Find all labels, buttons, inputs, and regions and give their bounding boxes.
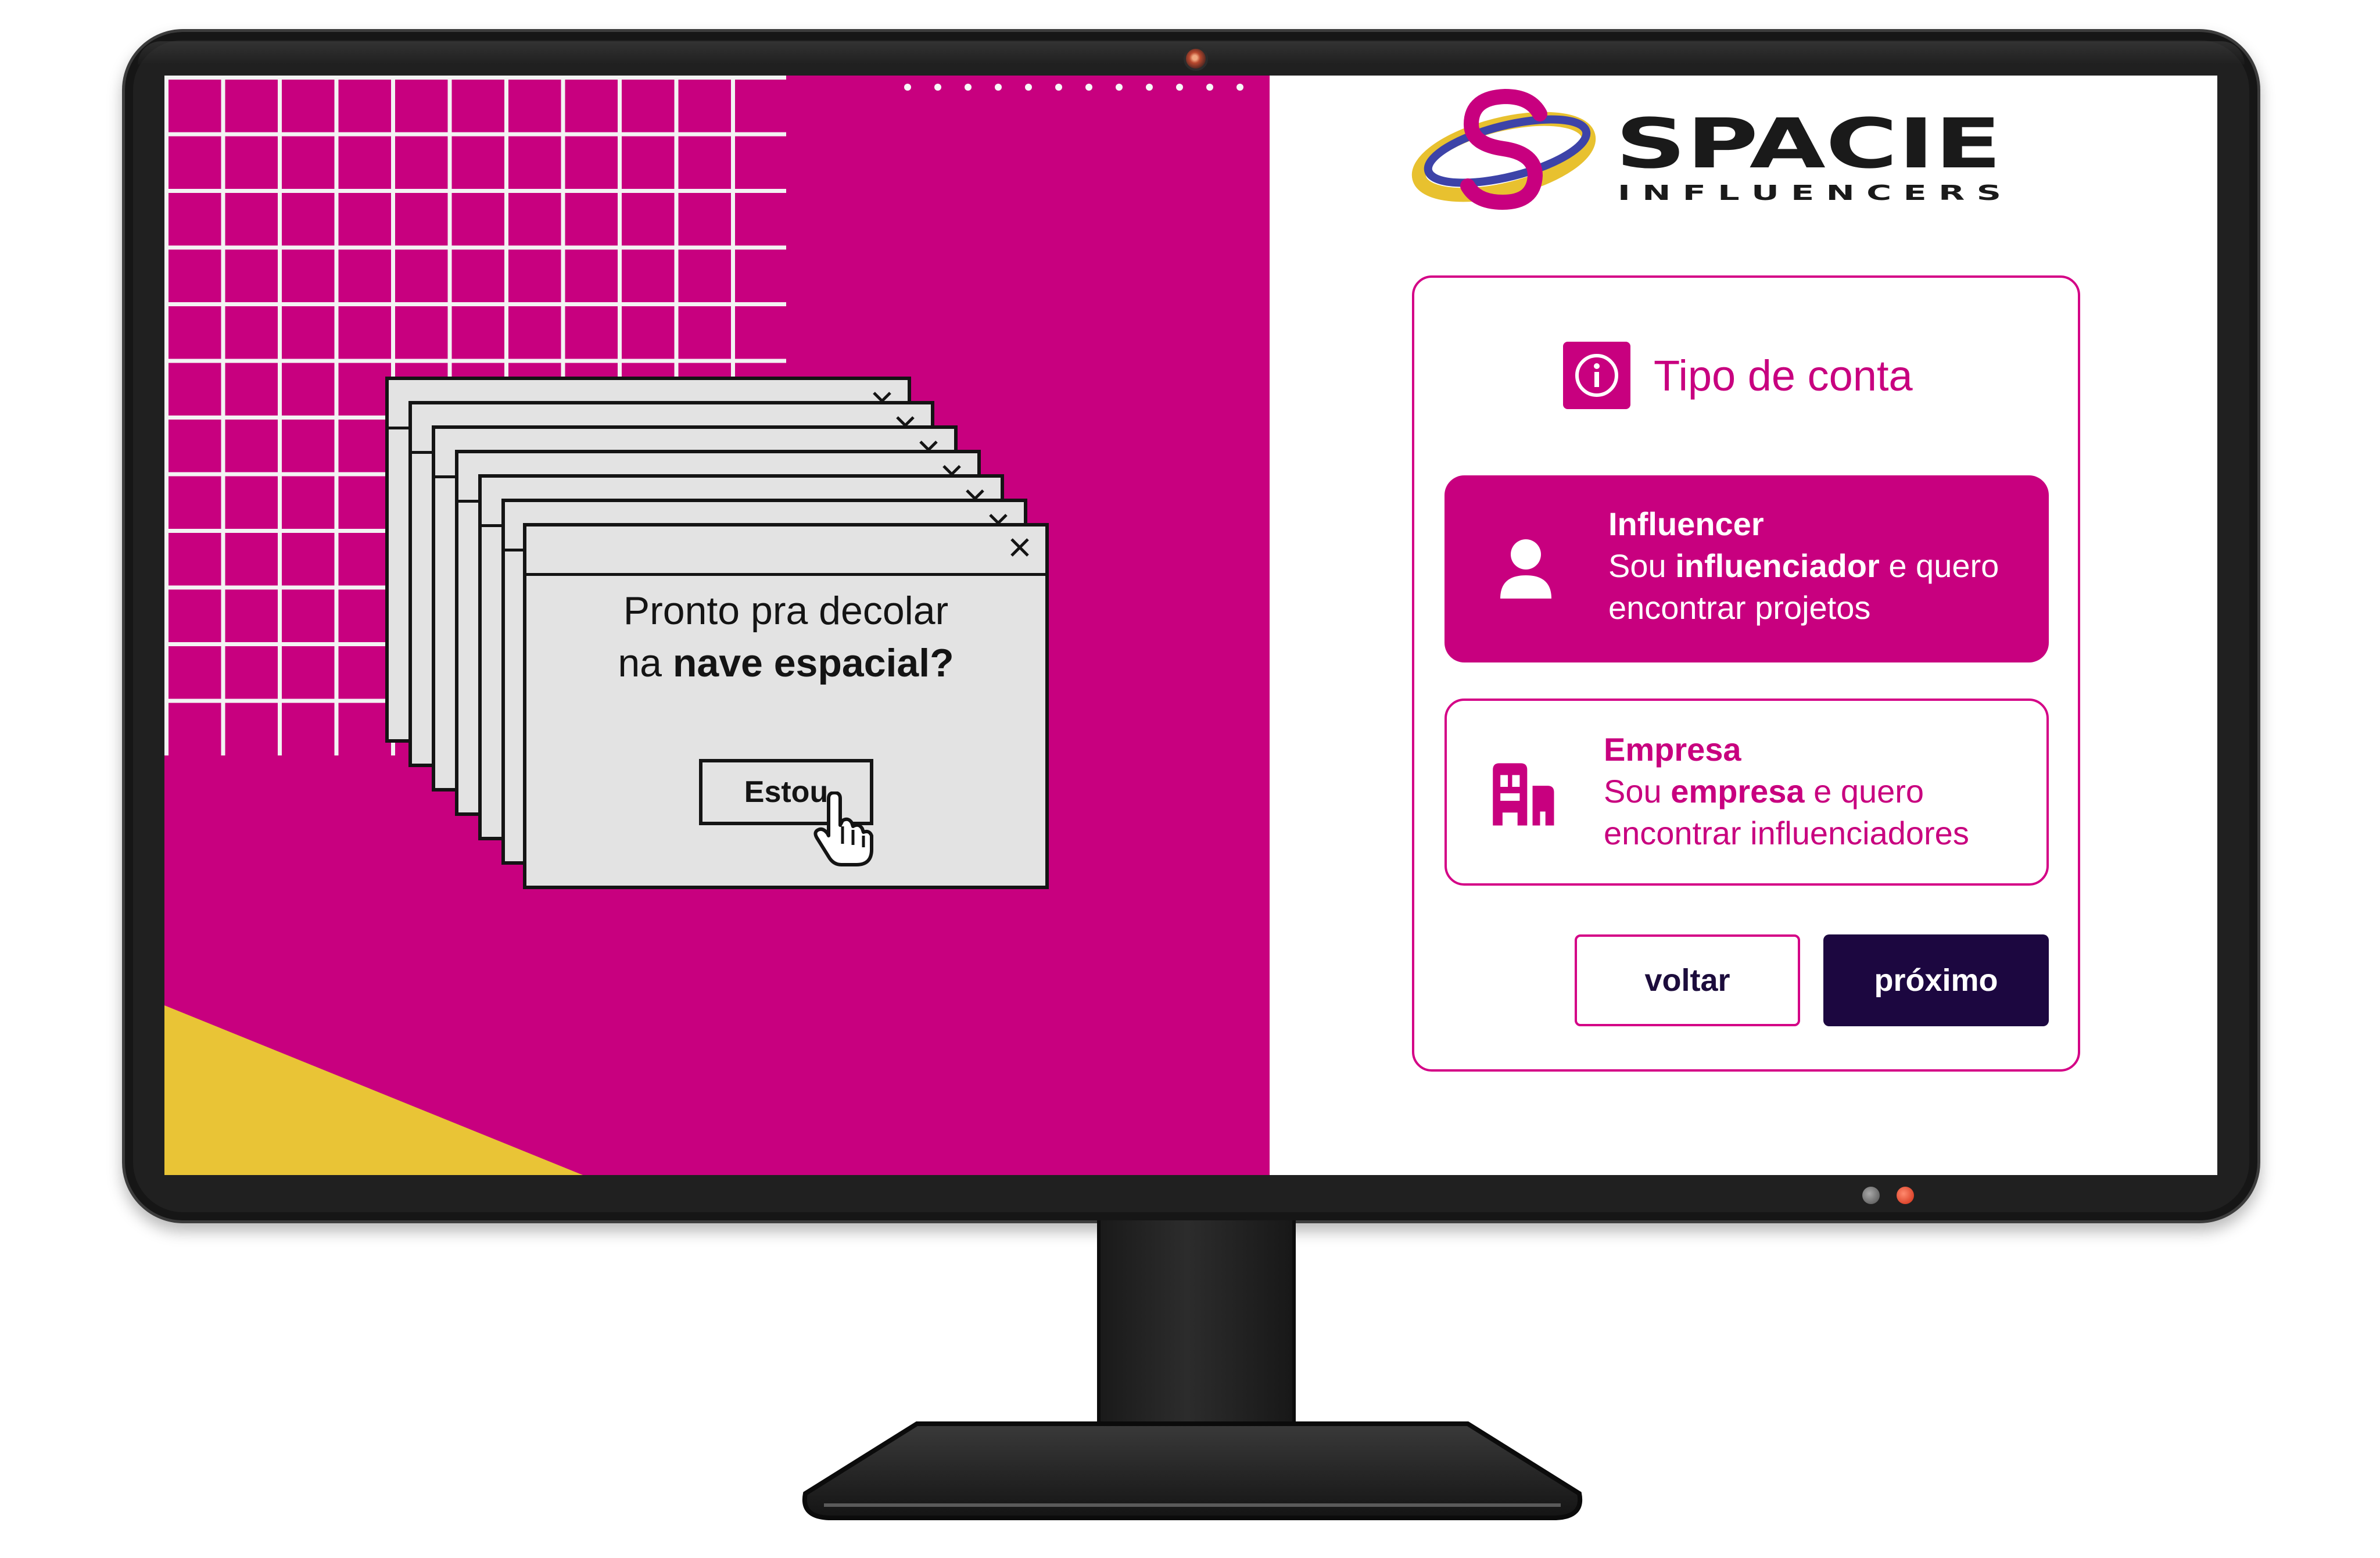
signup-panel: SPACIE I N F L U E N C E R S Tipo de con… [1270,76,2217,1175]
person-icon [1500,539,1551,599]
card-header: Tipo de conta [1563,342,1913,409]
option-influencer[interactable]: Influencer Sou influenciador e quero enc… [1445,475,2049,662]
option-name: Empresa [1604,731,1741,768]
card-title: Tipo de conta [1654,351,1913,400]
power-indicator-red [1897,1187,1914,1204]
option-influencer-text: Influencer Sou influenciador e quero enc… [1608,503,2027,629]
popup-line-2-bold: nave espacial? [672,641,954,685]
spacie-logo: SPACIE I N F L U E N C E R S [1411,88,2002,210]
screen: Pronto pra decolar na nave espacial? Est… [164,76,2217,1175]
option-description: Sou empresa e quero encontrar influencia… [1604,771,2022,854]
option-name: Influencer [1608,506,1764,542]
logo-tagline: I N F L U E N C E R S [1618,181,2001,205]
option-empresa[interactable]: Empresa Sou empresa e quero encontrar in… [1445,699,2049,886]
popup-window: Pronto pra decolar na nave espacial? Est… [523,523,1049,889]
dot-row-decoration [904,84,1243,91]
logo-wordmark: SPACIE [1615,103,2002,184]
close-icon[interactable] [1007,535,1033,560]
option-desc-bold: empresa [1671,773,1805,810]
option-desc-bold: influenciador [1675,547,1880,584]
webcam [1184,46,1208,71]
account-type-card: Tipo de conta Influencer Sou influenciad… [1412,275,2080,1072]
back-button[interactable]: voltar [1575,934,1800,1026]
next-button[interactable]: próximo [1823,934,2049,1026]
power-indicator-grey [1862,1187,1880,1204]
yellow-corner-shape [164,1005,583,1175]
popup-line-1: Pronto pra decolar [623,589,949,633]
popup-line-2: na nave espacial? [526,637,1045,689]
option-desc-prefix: Sou [1604,773,1671,810]
building-icon [1493,763,1554,826]
option-desc-prefix: Sou [1608,547,1676,584]
illustration-panel: Pronto pra decolar na nave espacial? Est… [164,76,1270,1175]
info-icon [1563,342,1630,409]
popup-line-2-prefix: na [618,641,673,685]
popup-message: Pronto pra decolar na nave espacial? [526,585,1045,689]
option-empresa-text: Empresa Sou empresa e quero encontrar in… [1604,729,2022,854]
option-description: Sou influenciador e quero encontrar proj… [1608,545,2027,629]
monitor-stand-base [802,1421,1583,1520]
hand-cursor-icon [813,791,873,866]
